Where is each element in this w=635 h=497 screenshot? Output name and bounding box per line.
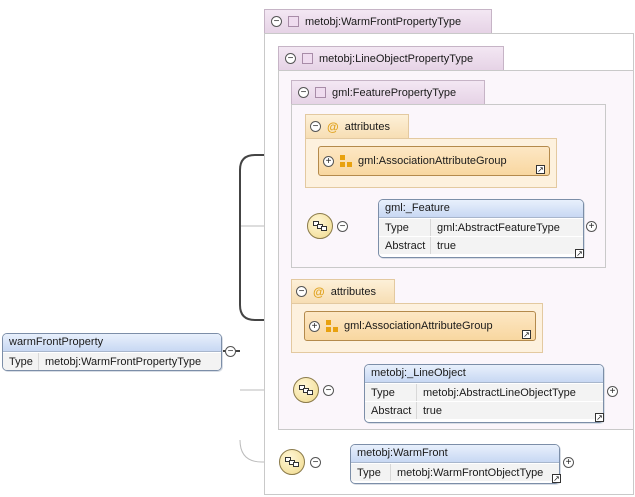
row-key: Abstract [379,237,431,254]
link-icon[interactable]: ↗ [552,474,561,483]
row-value: true [437,239,456,252]
row-key: Type [351,464,391,481]
element-name: gml:_Feature [379,200,583,218]
row-value: metobj:AbstractLineObjectType [423,386,576,399]
element-warm-front[interactable]: metobj:WarmFront Type metobj:WarmFrontObj… [350,444,560,484]
type-name: metobj:LineObjectPropertyType [319,52,474,65]
expand-icon[interactable]: + [309,320,320,332]
warm-front-property-type-tab[interactable]: − metobj:WarmFrontPropertyType [264,9,492,33]
link-icon[interactable]: ↗ [522,330,531,339]
sequence-icon[interactable] [279,449,305,475]
row-key: Abstract [365,402,417,419]
sequence-icon[interactable] [307,213,333,239]
element-name: metobj:WarmFront [351,445,559,463]
complex-type-icon [315,87,326,98]
collapse-icon[interactable]: − [310,457,321,468]
row-key: Type [379,219,431,236]
attributes-tab[interactable]: − @ attributes [291,279,395,303]
expand-icon[interactable]: + [323,155,334,167]
attribute-group-name: gml:AssociationAttributeGroup [358,155,507,167]
row-key: Type [365,384,417,401]
collapse-icon[interactable]: − [337,221,348,232]
collapse-icon[interactable]: − [225,346,236,357]
attribute-group-icon [326,320,338,332]
expand-icon[interactable]: + [607,386,618,397]
collapse-icon[interactable]: − [298,87,309,98]
link-icon[interactable]: ↗ [595,413,604,422]
at-icon: @ [313,284,325,299]
collapse-icon[interactable]: − [285,53,296,64]
collapse-icon[interactable]: − [323,385,334,396]
row-value: metobj:WarmFrontObjectType [397,466,544,479]
element-name: metobj:_LineObject [365,365,603,383]
complex-type-icon [288,16,299,27]
collapse-icon[interactable]: − [296,286,307,297]
sequence-icon[interactable] [293,377,319,403]
line-object-property-type-tab[interactable]: − metobj:LineObjectPropertyType [278,46,504,70]
collapse-icon[interactable]: − [271,16,282,27]
attribute-group-icon [340,155,352,167]
attributes-tab[interactable]: − @ attributes [305,114,409,138]
element-line-object[interactable]: metobj:_LineObject Type metobj:AbstractLi… [364,364,604,423]
attribute-group-name: gml:AssociationAttributeGroup [344,320,493,332]
type-name: gml:FeaturePropertyType [332,86,457,99]
row-value: true [423,404,442,417]
link-icon[interactable]: ↗ [536,165,545,174]
attribute-group-ref[interactable]: + gml:AssociationAttributeGroup [318,146,550,176]
row-key: Type [3,353,39,370]
element-feature[interactable]: gml:_Feature Type gml:AbstractFeatureType… [378,199,584,258]
link-icon[interactable]: ↗ [575,249,584,258]
collapse-icon[interactable]: − [310,121,321,132]
expand-icon[interactable]: + [563,457,574,468]
feature-property-type-tab[interactable]: − gml:FeaturePropertyType [291,80,485,104]
attributes-label: attributes [344,120,390,133]
complex-type-icon [302,53,313,64]
row-value: metobj:WarmFrontPropertyType [45,355,202,368]
expand-icon[interactable]: + [586,221,597,232]
type-name: metobj:WarmFrontPropertyType [305,15,462,28]
attribute-group-ref[interactable]: + gml:AssociationAttributeGroup [304,311,536,341]
row-value: gml:AbstractFeatureType [437,221,560,234]
root-element-warm-front-property[interactable]: warmFrontProperty Type metobj:WarmFrontPr… [2,333,222,371]
attributes-label: attributes [330,285,376,298]
element-name: warmFrontProperty [3,334,221,352]
at-icon: @ [327,119,339,134]
